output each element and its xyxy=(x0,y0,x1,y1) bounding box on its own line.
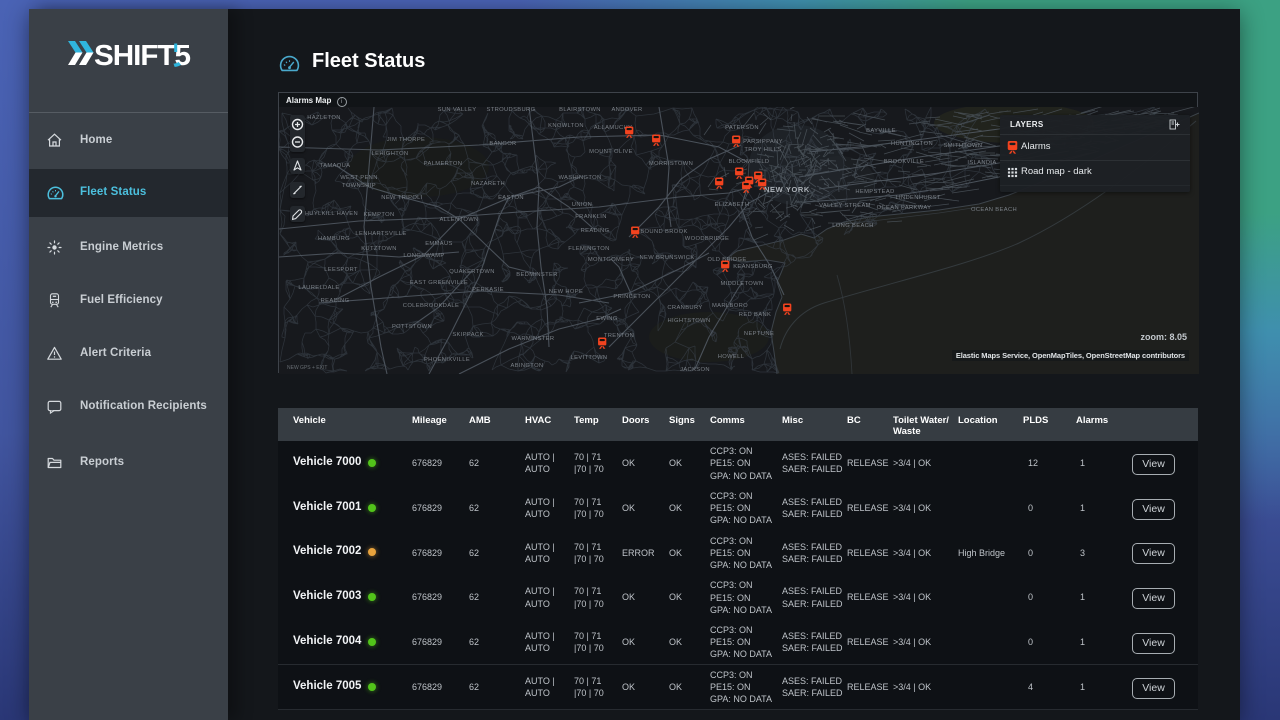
svg-text:BANGOR: BANGOR xyxy=(489,141,516,147)
svg-text:BROOKVILLE: BROOKVILLE xyxy=(884,159,924,165)
svg-text:FLEMINGTON: FLEMINGTON xyxy=(568,246,609,252)
svg-text:PATERSON: PATERSON xyxy=(725,125,759,131)
svg-text:MORRISTOWN: MORRISTOWN xyxy=(649,161,693,167)
svg-text:VALLEY STREAM: VALLEY STREAM xyxy=(819,203,871,209)
svg-text:EMMAUS: EMMAUS xyxy=(425,241,453,247)
svg-text:BLOOMFIELD: BLOOMFIELD xyxy=(729,159,770,165)
svg-text:TOWNSHIP: TOWNSHIP xyxy=(342,183,376,189)
svg-text:NEW HOPE: NEW HOPE xyxy=(549,289,583,295)
svg-text:KEMPTON: KEMPTON xyxy=(363,212,394,218)
svg-text:EWING: EWING xyxy=(596,316,618,322)
svg-text:LONG BEACH: LONG BEACH xyxy=(832,223,874,229)
svg-text:SKIPPACK: SKIPPACK xyxy=(452,332,483,338)
svg-text:MONTGOMERY: MONTGOMERY xyxy=(588,257,634,263)
svg-text:LEHIGHTON: LEHIGHTON xyxy=(372,151,409,157)
svg-text:NEW BRUNSWICK: NEW BRUNSWICK xyxy=(639,255,694,261)
svg-text:HAMBURG: HAMBURG xyxy=(318,236,350,242)
svg-text:ALLENTOWN: ALLENTOWN xyxy=(439,217,478,223)
svg-text:JIM THORPE: JIM THORPE xyxy=(387,137,426,143)
svg-text:WEST PENN: WEST PENN xyxy=(340,175,378,181)
svg-text:NEW GPS + EXIT: NEW GPS + EXIT xyxy=(287,365,327,371)
svg-text:COLEBROOKDALE: COLEBROOKDALE xyxy=(403,303,459,309)
svg-text:NEW YORK: NEW YORK xyxy=(764,185,810,194)
svg-text:PERKASIE: PERKASIE xyxy=(472,287,504,293)
svg-text:ELIZABETH: ELIZABETH xyxy=(715,202,750,208)
svg-text:SCHUYLKILL HAVEN: SCHUYLKILL HAVEN xyxy=(296,211,358,217)
svg-text:LENHARTSVILLE: LENHARTSVILLE xyxy=(355,231,406,237)
svg-text:STROUDSBURG: STROUDSBURG xyxy=(487,107,536,113)
svg-text:BAYVILLE: BAYVILLE xyxy=(866,128,896,134)
svg-text:TRENTON: TRENTON xyxy=(604,333,634,339)
svg-text:MOUNT OLIVE: MOUNT OLIVE xyxy=(589,149,633,155)
svg-text:KUTZTOWN: KUTZTOWN xyxy=(361,246,397,252)
svg-text:WOODBRIDGE: WOODBRIDGE xyxy=(685,236,729,242)
svg-text:HUNTINGTON: HUNTINGTON xyxy=(891,141,933,147)
svg-text:PARSIPPANY: PARSIPPANY xyxy=(743,139,783,145)
svg-text:HIGHTSTOWN: HIGHTSTOWN xyxy=(667,318,710,324)
svg-text:RED BANK: RED BANK xyxy=(739,312,771,318)
svg-text:NEPTUNE: NEPTUNE xyxy=(744,331,774,337)
svg-text:OCEAN BEACH: OCEAN BEACH xyxy=(971,207,1017,213)
svg-text:KEANSBURG: KEANSBURG xyxy=(733,264,773,270)
svg-text:FRANKLIN: FRANKLIN xyxy=(575,214,606,220)
svg-text:SMITHTOWN: SMITHTOWN xyxy=(944,143,983,149)
svg-text:WASHINGTON: WASHINGTON xyxy=(558,175,601,181)
svg-text:EAST GREENVILLE: EAST GREENVILLE xyxy=(410,280,468,286)
svg-text:QUAKERTOWN: QUAKERTOWN xyxy=(449,269,494,275)
svg-text:ABINGTON: ABINGTON xyxy=(511,363,544,369)
svg-text:LONGSWAMP: LONGSWAMP xyxy=(403,253,444,259)
svg-text:LAURELDALE: LAURELDALE xyxy=(298,285,339,291)
svg-text:BOUND BROOK: BOUND BROOK xyxy=(640,229,687,235)
svg-text:MIDDLETOWN: MIDDLETOWN xyxy=(720,281,763,287)
svg-text:MARLBORO: MARLBORO xyxy=(712,303,748,309)
svg-text:HAZLETON: HAZLETON xyxy=(307,115,341,121)
svg-text:OCEAN PARKWAY: OCEAN PARKWAY xyxy=(877,205,932,211)
svg-text:LINDENHURST: LINDENHURST xyxy=(895,195,940,201)
svg-text:KNOWLTON: KNOWLTON xyxy=(548,123,584,129)
svg-text:HEMPSTEAD: HEMPSTEAD xyxy=(855,189,894,195)
svg-text:CRANBURY: CRANBURY xyxy=(667,305,702,311)
svg-text:SUN VALLEY: SUN VALLEY xyxy=(438,107,477,113)
svg-text:PRINCETON: PRINCETON xyxy=(613,294,650,300)
svg-text:PALMERTON: PALMERTON xyxy=(424,161,463,167)
svg-text:PHOENIXVILLE: PHOENIXVILLE xyxy=(424,357,470,363)
svg-text:READING: READING xyxy=(581,228,610,234)
svg-text:BEDMINSTER: BEDMINSTER xyxy=(516,272,558,278)
svg-text:BLAIRSTOWN: BLAIRSTOWN xyxy=(559,107,601,113)
svg-text:EASTON: EASTON xyxy=(498,195,524,201)
svg-text:UNION: UNION xyxy=(572,202,592,208)
svg-text:TAMAQUA: TAMAQUA xyxy=(320,163,351,169)
svg-text:LEESPORT: LEESPORT xyxy=(324,267,358,273)
svg-text:NAZARETH: NAZARETH xyxy=(471,181,505,187)
svg-text:TROY HILLS: TROY HILLS xyxy=(744,147,781,153)
svg-text:HOWELL: HOWELL xyxy=(718,354,745,360)
svg-text:WARMINSTER: WARMINSTER xyxy=(512,336,555,342)
svg-text:ANDOVER: ANDOVER xyxy=(611,107,642,113)
svg-text:NEW TRIPOLI: NEW TRIPOLI xyxy=(381,195,422,201)
svg-text:LEVITTOWN: LEVITTOWN xyxy=(571,355,608,361)
svg-text:POTTSTOWN: POTTSTOWN xyxy=(392,324,432,330)
svg-text:READING: READING xyxy=(321,298,350,304)
svg-text:ISLANDIA: ISLANDIA xyxy=(967,160,996,166)
svg-text:JACKSON: JACKSON xyxy=(680,367,710,373)
